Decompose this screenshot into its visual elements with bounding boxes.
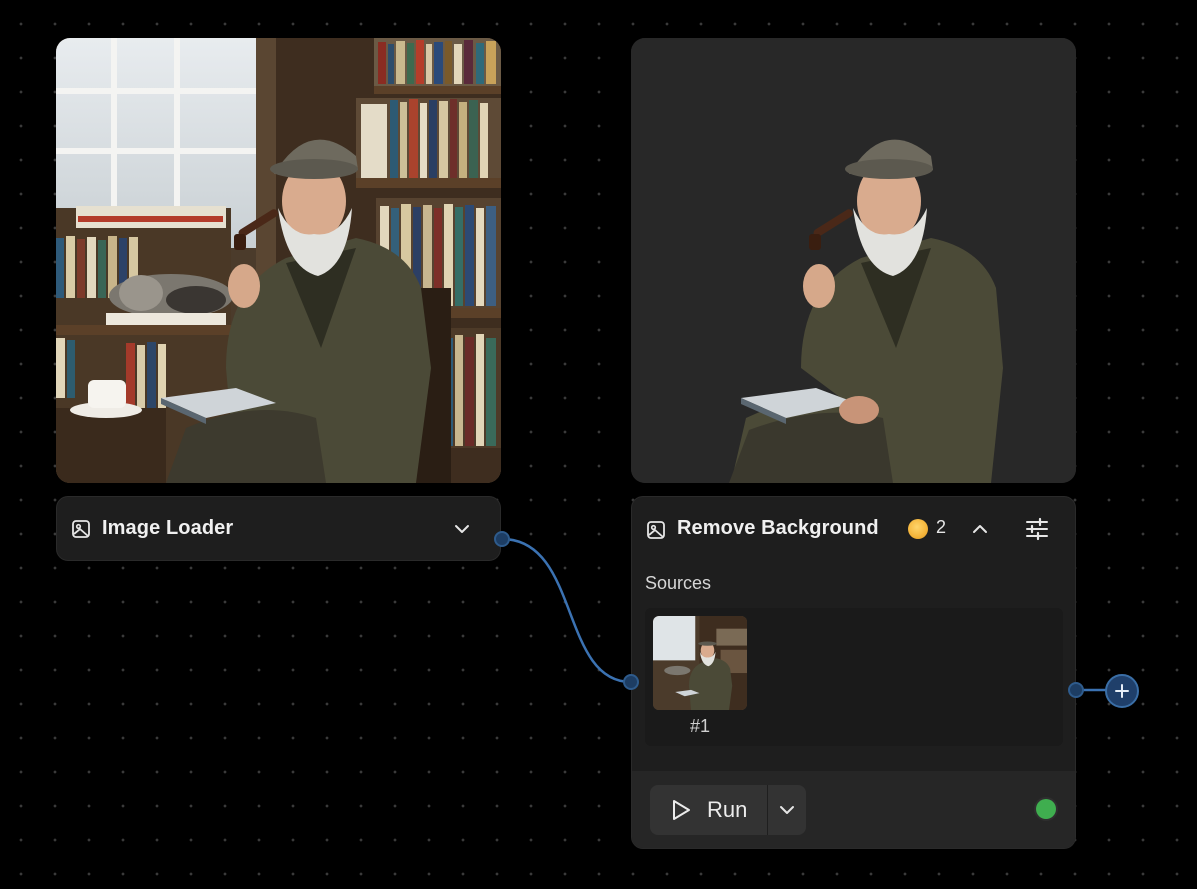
image-loader-output-port[interactable] xyxy=(494,531,510,547)
play-icon xyxy=(673,800,690,820)
chevron-down-icon[interactable] xyxy=(778,801,796,819)
chevron-down-icon[interactable] xyxy=(453,520,471,538)
sources-panel: #1 xyxy=(645,608,1063,746)
image-loader-node[interactable]: Image Loader xyxy=(56,496,501,561)
credit-coin-icon xyxy=(908,519,928,539)
remove-background-preview[interactable] xyxy=(631,38,1076,483)
bookshop-photo xyxy=(56,38,501,483)
image-icon xyxy=(647,521,665,539)
run-label: Run xyxy=(707,797,748,822)
chevron-up-icon[interactable] xyxy=(971,520,989,538)
add-node-button[interactable] xyxy=(1105,674,1139,708)
image-icon xyxy=(72,520,90,538)
source-thumbnail-image xyxy=(653,616,747,710)
plus-icon xyxy=(1115,684,1129,698)
sources-label: Sources xyxy=(645,573,712,593)
credit-count: 2 xyxy=(936,517,947,537)
remove-background-title: Remove Background xyxy=(677,517,879,539)
image-loader-preview[interactable] xyxy=(56,38,501,483)
source-thumbnail[interactable] xyxy=(653,616,747,710)
run-bar: Run xyxy=(632,771,1075,848)
image-loader-title: Image Loader xyxy=(102,517,234,539)
remove-background-input-port[interactable] xyxy=(623,674,639,690)
source-label: #1 xyxy=(690,716,711,736)
run-divider xyxy=(767,785,768,835)
run-button[interactable]: Run xyxy=(650,785,806,835)
sliders-icon[interactable] xyxy=(1025,517,1049,541)
cutout-photo xyxy=(631,38,1076,483)
remove-background-node[interactable]: Remove Background 2 Sources #1 Run xyxy=(631,496,1076,849)
remove-background-output-port[interactable] xyxy=(1068,682,1084,698)
status-indicator xyxy=(1036,799,1056,819)
